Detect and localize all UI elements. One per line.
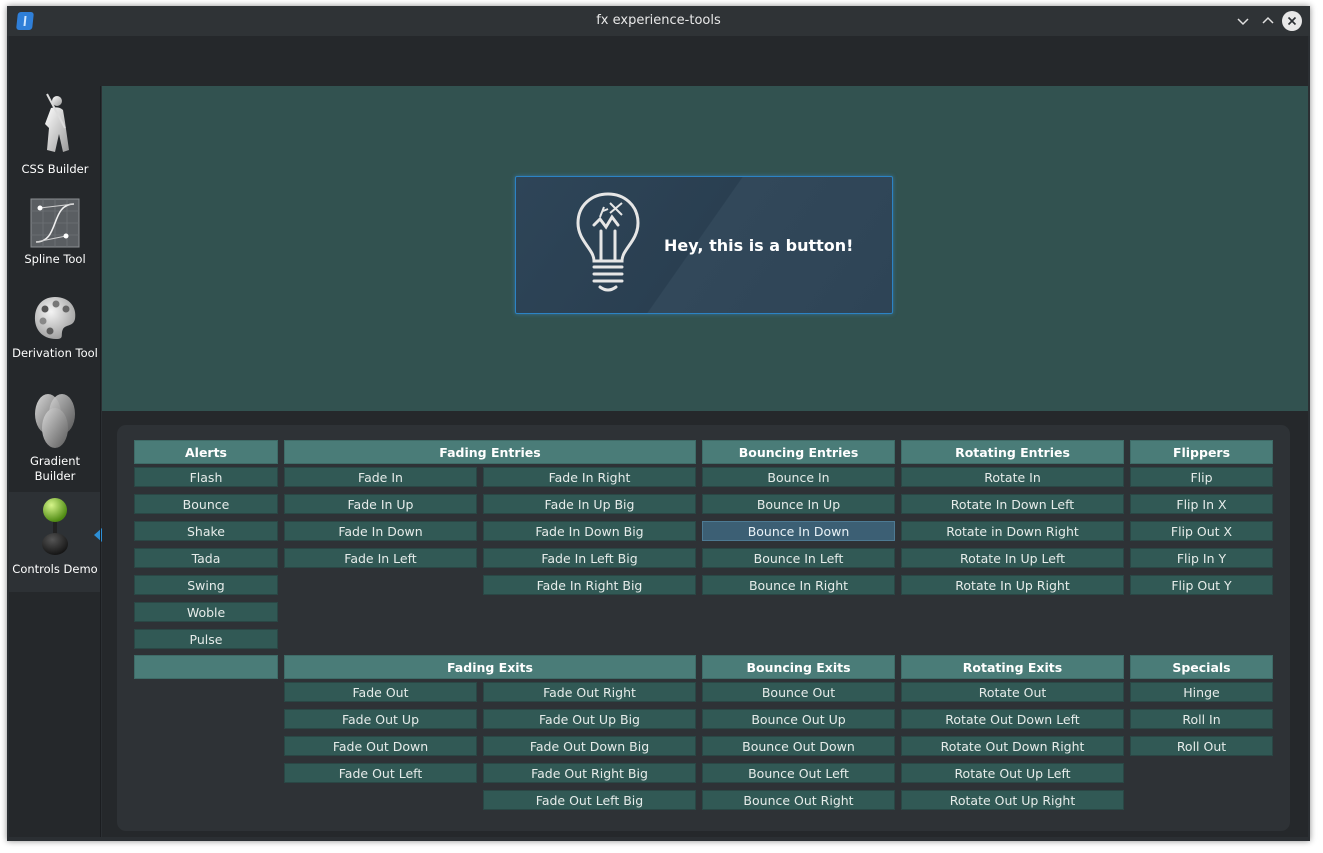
spline-curve-icon	[30, 198, 80, 248]
fade-in-down-button[interactable]: Fade In Down	[284, 521, 477, 541]
rotate-in-up-right-button[interactable]: Rotate In Up Right	[901, 575, 1124, 595]
bounce-out-left-button[interactable]: Bounce Out Left	[702, 763, 895, 783]
animation-buttons-panel: Alerts Flash Bounce Shake Tada Swing Woble Puls…	[117, 425, 1290, 831]
fade-in-button[interactable]: Fade In	[284, 467, 477, 487]
bouncing-entries-header: Bouncing Entries	[702, 440, 895, 464]
sidebar-item-spline-tool[interactable]: Spline Tool	[9, 198, 101, 267]
fade-out-button[interactable]: Fade Out	[284, 682, 477, 702]
tada-button[interactable]: Tada	[134, 548, 278, 568]
rotate-out-down-left-button[interactable]: Rotate Out Down Left	[901, 709, 1124, 729]
fade-in-right-big-button[interactable]: Fade In Right Big	[483, 575, 696, 595]
sidebar: CSS Builder Spline Tool Derivation Tool	[9, 86, 102, 837]
rotate-out-up-right-button[interactable]: Rotate Out Up Right	[901, 790, 1124, 810]
fade-out-down-big-button[interactable]: Fade Out Down Big	[483, 736, 696, 756]
toolbar	[9, 36, 1308, 86]
rotate-in-down-left-button[interactable]: Rotate In Down Left	[901, 494, 1124, 514]
minimize-button[interactable]	[1233, 11, 1253, 31]
title-bar: fx experience-tools	[7, 6, 1310, 36]
rotating-exits-header: Rotating Exits	[901, 655, 1124, 679]
flip-out-x-button[interactable]: Flip Out X	[1130, 521, 1273, 541]
flippers-header: Flippers	[1130, 440, 1273, 464]
bounce-out-right-button[interactable]: Bounce Out Right	[702, 790, 895, 810]
flash-button[interactable]: Flash	[134, 467, 278, 487]
sidebar-item-label: CSS Builder	[21, 162, 89, 176]
fade-out-right-button[interactable]: Fade Out Right	[483, 682, 696, 702]
sidebar-item-label: Controls Demo	[12, 562, 98, 576]
sidebar-item-controls-demo[interactable]: Controls Demo	[9, 492, 101, 592]
fade-in-left-button[interactable]: Fade In Left	[284, 548, 477, 568]
bounce-in-button[interactable]: Bounce In	[702, 467, 895, 487]
close-icon	[1287, 16, 1297, 26]
flip-in-x-button[interactable]: Flip In X	[1130, 494, 1273, 514]
bounce-in-right-button[interactable]: Bounce In Right	[702, 575, 895, 595]
maximize-button[interactable]	[1258, 11, 1278, 31]
fading-exits-header: Fading Exits	[284, 655, 696, 679]
swing-button[interactable]: Swing	[134, 575, 278, 595]
close-button[interactable]	[1282, 11, 1302, 31]
fade-in-down-big-button[interactable]: Fade In Down Big	[483, 521, 696, 541]
flip-button[interactable]: Flip	[1130, 467, 1273, 487]
palette-icon	[34, 297, 76, 339]
rotating-entries-header: Rotating Entries	[901, 440, 1124, 464]
shake-button[interactable]: Shake	[134, 521, 278, 541]
fade-out-up-button[interactable]: Fade Out Up	[284, 709, 477, 729]
woble-button[interactable]: Woble	[134, 602, 278, 622]
sidebar-divider	[100, 86, 101, 837]
fade-out-up-big-button[interactable]: Fade Out Up Big	[483, 709, 696, 729]
demo-button[interactable]: Hey, this is a button!	[515, 176, 893, 314]
bounce-button[interactable]: Bounce	[134, 494, 278, 514]
hinge-button[interactable]: Hinge	[1130, 682, 1273, 702]
bounce-in-left-button[interactable]: Bounce In Left	[702, 548, 895, 568]
bounce-out-up-button[interactable]: Bounce Out Up	[702, 709, 895, 729]
pulse-button[interactable]: Pulse	[134, 629, 278, 649]
demo-button-label: Hey, this is a button!	[664, 236, 854, 255]
bounce-in-up-button[interactable]: Bounce In Up	[702, 494, 895, 514]
window-title: fx experience-tools	[596, 13, 721, 28]
rotate-out-button[interactable]: Rotate Out	[901, 682, 1124, 702]
controls-area: Alerts Flash Bounce Shake Tada Swing Woble Puls…	[102, 411, 1308, 837]
figure-icon	[45, 93, 69, 152]
bounce-out-button[interactable]: Bounce Out	[702, 682, 895, 702]
gradient-eggs-icon	[35, 394, 75, 448]
chevron-down-icon	[1237, 18, 1249, 26]
roll-out-button[interactable]: Roll Out	[1130, 736, 1273, 756]
alerts-header: Alerts	[134, 440, 278, 464]
fade-out-left-button[interactable]: Fade Out Left	[284, 763, 477, 783]
blank-header	[134, 655, 278, 679]
rotate-out-down-right-button[interactable]: Rotate Out Down Right	[901, 736, 1124, 756]
fade-out-right-big-button[interactable]: Fade Out Right Big	[483, 763, 696, 783]
bouncing-exits-header: Bouncing Exits	[702, 655, 895, 679]
sidebar-item-gradient-builder[interactable]: Gradient Builder	[9, 392, 101, 484]
sidebar-item-label: Derivation Tool	[12, 346, 98, 360]
rotate-in-down-right-button[interactable]: Rotate in Down Right	[901, 521, 1124, 541]
bounce-in-down-button[interactable]: Bounce In Down	[702, 521, 895, 541]
fade-out-down-button[interactable]: Fade Out Down	[284, 736, 477, 756]
sidebar-item-css-builder[interactable]: CSS Builder	[9, 92, 101, 177]
fade-in-up-big-button[interactable]: Fade In Up Big	[483, 494, 696, 514]
fading-entries-header: Fading Entries	[284, 440, 696, 464]
app-window: fx experience-tools CSS Builder Spline T…	[7, 6, 1310, 841]
sidebar-item-label: Spline Tool	[24, 252, 86, 266]
sidebar-item-derivation-tool[interactable]: Derivation Tool	[9, 294, 101, 361]
chevron-up-icon	[1262, 16, 1274, 24]
preview-stage: Hey, this is a button!	[102, 86, 1308, 411]
specials-header: Specials	[1130, 655, 1273, 679]
flip-in-y-button[interactable]: Flip In Y	[1130, 548, 1273, 568]
fade-in-right-button[interactable]: Fade In Right	[483, 467, 696, 487]
bounce-out-down-button[interactable]: Bounce Out Down	[702, 736, 895, 756]
roll-in-button[interactable]: Roll In	[1130, 709, 1273, 729]
rotate-in-up-left-button[interactable]: Rotate In Up Left	[901, 548, 1124, 568]
fade-out-left-big-button[interactable]: Fade Out Left Big	[483, 790, 696, 810]
fade-in-up-button[interactable]: Fade In Up	[284, 494, 477, 514]
sidebar-item-label: Gradient Builder	[29, 454, 81, 483]
fade-in-left-big-button[interactable]: Fade In Left Big	[483, 548, 696, 568]
joystick-icon	[42, 498, 68, 555]
rotate-out-up-left-button[interactable]: Rotate Out Up Left	[901, 763, 1124, 783]
lightbulb-icon	[576, 192, 640, 292]
rotate-in-button[interactable]: Rotate In	[901, 467, 1124, 487]
flip-out-y-button[interactable]: Flip Out Y	[1130, 575, 1273, 595]
